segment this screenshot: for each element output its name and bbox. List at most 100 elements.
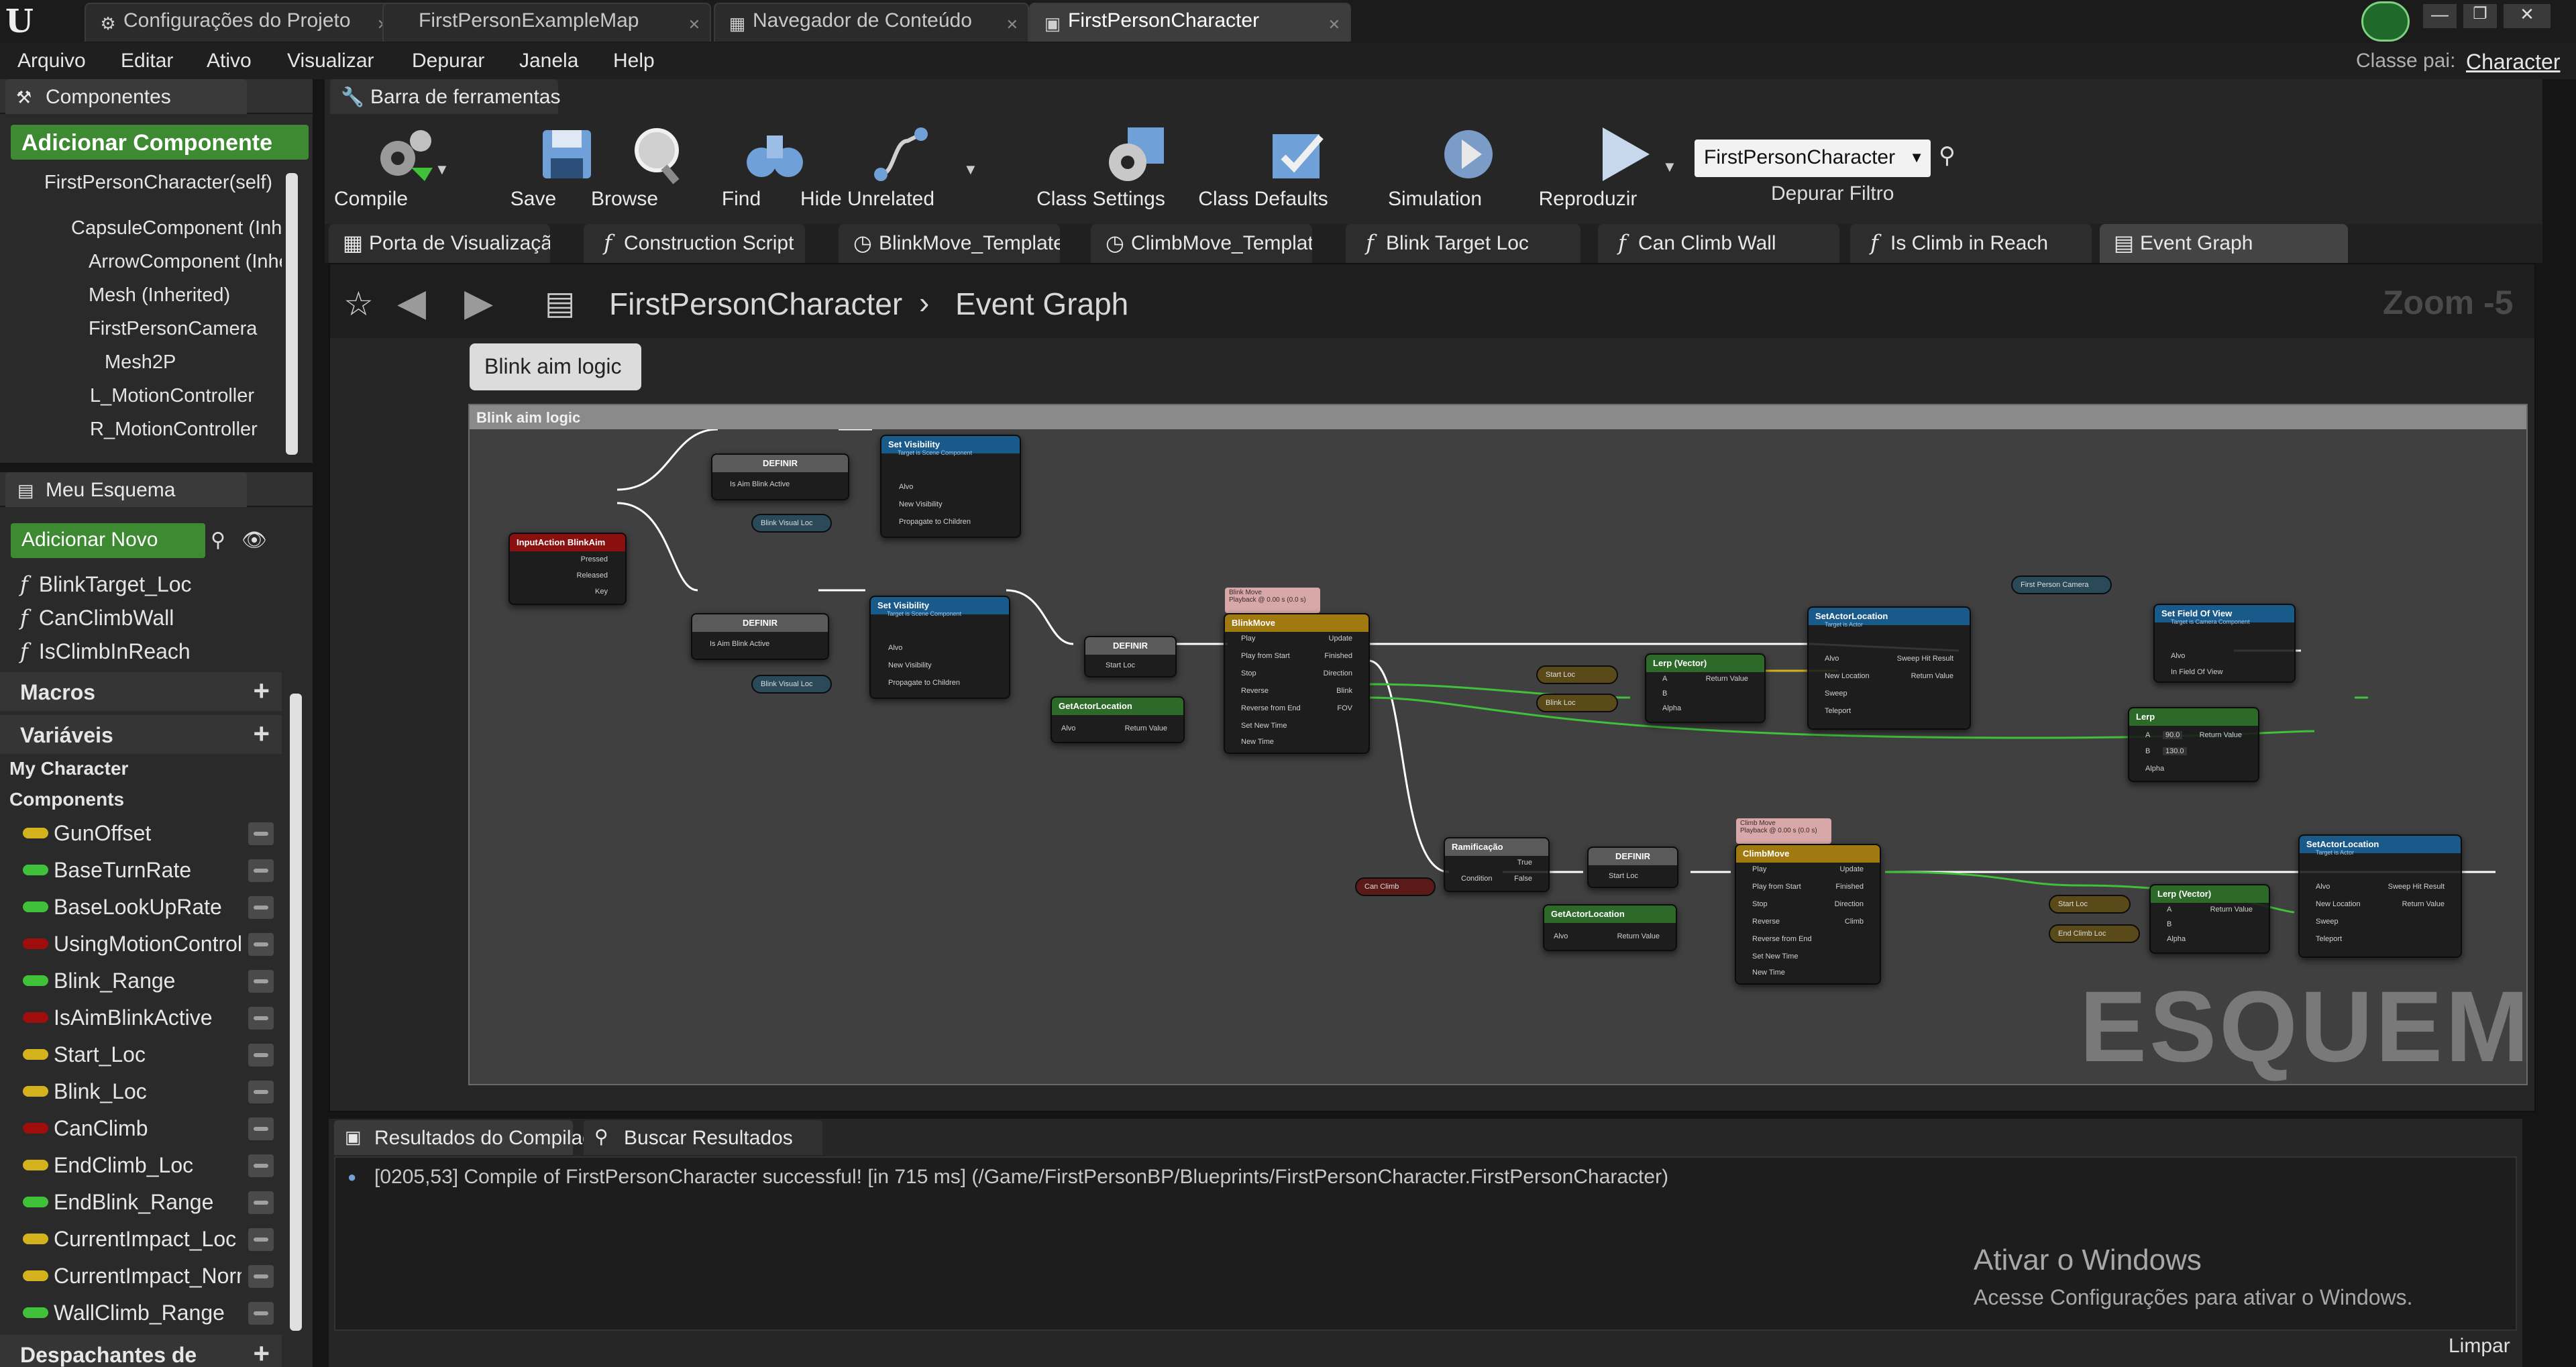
- my-blueprint-tab[interactable]: ▤ Meu Esquema: [5, 472, 247, 507]
- forward-arrow-icon[interactable]: ▶: [464, 280, 493, 325]
- parent-class-link[interactable]: Character: [2466, 50, 2561, 74]
- variable-node[interactable]: Start Loc: [1536, 665, 1618, 684]
- variable-node[interactable]: Start Loc: [2049, 895, 2131, 914]
- tab-map[interactable]: FirstPersonExampleMap ✕: [382, 3, 711, 42]
- visibility-eye-icon[interactable]: [248, 1302, 274, 1325]
- close-icon[interactable]: ✕: [688, 16, 700, 34]
- set-visibility-node[interactable]: Set Visibility Target is Scene Component…: [880, 435, 1021, 538]
- set-field-of-view-node[interactable]: Set Field Of View Target is Camera Compo…: [2153, 604, 2296, 683]
- source-control-icon[interactable]: [2361, 1, 2410, 42]
- variable-item[interactable]: IsAimBlinkActive: [0, 1000, 282, 1037]
- find-button[interactable]: Find: [671, 115, 812, 216]
- maximize-button[interactable]: ❐: [2463, 4, 2497, 28]
- play-options-icon[interactable]: ▼: [1662, 158, 1677, 176]
- menu-file[interactable]: Arquivo: [17, 50, 86, 72]
- breadcrumb-root[interactable]: FirstPersonCharacter: [609, 286, 902, 322]
- tree-item-capsule[interactable]: CapsuleComponent (Inherited): [30, 217, 282, 239]
- tree-item-r-motion[interactable]: R_MotionController: [56, 419, 282, 441]
- variable-node[interactable]: Blink Loc: [1536, 694, 1618, 712]
- view-options-icon[interactable]: 👁: [241, 529, 267, 552]
- visibility-eye-icon[interactable]: [248, 822, 274, 845]
- visibility-eye-icon[interactable]: [248, 896, 274, 919]
- variables-section[interactable]: Variáveis +: [0, 715, 282, 754]
- simulation-button[interactable]: Simulation: [1364, 115, 1505, 216]
- visibility-eye-icon[interactable]: [248, 1117, 274, 1140]
- components-tab[interactable]: ⚒ Componentes: [5, 79, 247, 114]
- tab-viewport[interactable]: ▦ Porta de Visualização: [329, 224, 550, 263]
- set-node[interactable]: DEFINIR Is Aim Blink Active: [711, 453, 849, 500]
- visibility-eye-icon[interactable]: [248, 1081, 274, 1103]
- search-icon[interactable]: ⚲: [211, 529, 225, 552]
- compile-options-icon[interactable]: ▼: [435, 161, 449, 178]
- tab-is-climb-in-reach[interactable]: f Is Climb in Reach: [1850, 224, 2092, 263]
- tree-item-arrow[interactable]: ArrowComponent (Inherited): [60, 251, 282, 273]
- tab-event-graph[interactable]: ▤ Event Graph: [2100, 224, 2348, 263]
- menu-window[interactable]: Janela: [519, 50, 578, 72]
- variable-node[interactable]: Blink Visual Loc: [751, 675, 832, 694]
- visibility-eye-icon[interactable]: [248, 1007, 274, 1030]
- set-node[interactable]: DEFINIR Is Aim Blink Active: [691, 613, 829, 660]
- clear-button[interactable]: Limpar: [2449, 1335, 2510, 1358]
- set-start-loc-node[interactable]: DEFINIR Start Loc: [1084, 636, 1177, 677]
- variable-item[interactable]: BaseTurnRate: [0, 853, 282, 889]
- close-icon[interactable]: ✕: [1006, 16, 1018, 34]
- comment-bubble[interactable]: Blink aim logic: [470, 343, 641, 390]
- graph-editor[interactable]: ☆ ◀ ▶ ▤ FirstPersonCharacter › Event Gra…: [329, 263, 2536, 1112]
- minimize-button[interactable]: —: [2423, 4, 2457, 28]
- variable-node[interactable]: Can Climb: [1355, 877, 1436, 896]
- class-settings-button[interactable]: Class Settings: [1030, 115, 1171, 216]
- class-defaults-button[interactable]: Class Defaults: [1193, 115, 1334, 216]
- variable-item[interactable]: CurrentImpact_Normal: [0, 1258, 282, 1295]
- set-actor-location-node[interactable]: SetActorLocation Target is Actor Alvo Ne…: [1807, 606, 1971, 730]
- visibility-eye-icon[interactable]: [248, 1154, 274, 1177]
- visibility-eye-icon[interactable]: [248, 1228, 274, 1251]
- close-icon[interactable]: ✕: [1328, 16, 1340, 34]
- tab-content-browser[interactable]: ▦ Navegador de Conteúdo ✕: [714, 3, 1029, 42]
- variable-item[interactable]: GunOffset: [0, 816, 282, 853]
- category-my-character[interactable]: My Character: [9, 758, 128, 779]
- visibility-eye-icon[interactable]: [248, 1265, 274, 1288]
- visibility-eye-icon[interactable]: [248, 970, 274, 993]
- tree-item-l-motion[interactable]: L_MotionController: [56, 385, 282, 407]
- set-start-loc-node[interactable]: DEFINIR Start Loc: [1587, 846, 1678, 888]
- add-new-button[interactable]: Adicionar Novo: [11, 523, 205, 558]
- play-button[interactable]: Reproduzir: [1517, 115, 1658, 216]
- favorite-star-icon[interactable]: ☆: [343, 284, 374, 323]
- variable-node[interactable]: First Person Camera: [2011, 576, 2112, 594]
- menu-edit[interactable]: Editar: [121, 50, 173, 72]
- tab-blinkmove-template[interactable]: ◷ BlinkMove_Template: [839, 224, 1060, 263]
- hide-unrelated-button[interactable]: Hide Unrelated: [797, 115, 938, 216]
- visibility-eye-icon[interactable]: [248, 933, 274, 956]
- variable-item[interactable]: BaseLookUpRate: [0, 889, 282, 926]
- tab-compiler-results[interactable]: ▣ Resultados do Compilador: [334, 1120, 612, 1155]
- function-item[interactable]: f CanClimbWall: [20, 605, 174, 631]
- add-component-button[interactable]: Adicionar Componente: [11, 125, 309, 160]
- tab-find-results[interactable]: ⚲ Buscar Resultados: [584, 1120, 822, 1155]
- menu-help[interactable]: Help: [613, 50, 655, 72]
- hide-unrelated-options-icon[interactable]: ▼: [963, 161, 978, 178]
- variable-item[interactable]: WallClimb_Range: [0, 1295, 282, 1332]
- climbmove-timeline-node[interactable]: ClimbMove Play Play from Start Stop Reve…: [1735, 844, 1881, 985]
- components-scrollbar[interactable]: [286, 173, 298, 455]
- unreal-logo-icon[interactable]: U: [5, 3, 43, 40]
- variable-item[interactable]: Blink_Range: [0, 963, 282, 1000]
- tree-item-self[interactable]: FirstPersonCharacter(self): [13, 172, 282, 194]
- variable-item[interactable]: EndClimb_Loc: [0, 1148, 282, 1185]
- variable-item[interactable]: Blink_Loc: [0, 1074, 282, 1111]
- back-arrow-icon[interactable]: ◀: [397, 280, 426, 325]
- tree-item-mesh[interactable]: Mesh (Inherited): [60, 284, 282, 307]
- add-macro-icon[interactable]: +: [253, 675, 270, 707]
- compile-button[interactable]: Compile: [301, 115, 441, 216]
- menu-debug[interactable]: Depurar: [412, 50, 484, 72]
- function-item[interactable]: f IsClimbInReach: [20, 639, 191, 664]
- set-actor-location-node[interactable]: SetActorLocation Target is Actor Alvo Ne…: [2298, 834, 2462, 958]
- toolbar-tab[interactable]: 🔧 Barra de ferramentas: [330, 79, 560, 114]
- variable-item[interactable]: UsingMotionControllers: [0, 926, 282, 963]
- branch-node[interactable]: Ramificação Condition True False: [1444, 837, 1550, 892]
- tab-project-settings[interactable]: ⚙ Configurações do Projeto ✕: [85, 3, 400, 42]
- lerp-vector-node[interactable]: Lerp (Vector) A B Alpha Return Value: [1645, 653, 1766, 723]
- get-actor-location-node[interactable]: GetActorLocation Alvo Return Value: [1543, 904, 1677, 951]
- dispatchers-section[interactable]: Despachantes de Eventos +: [0, 1335, 282, 1367]
- tab-blink-target-loc[interactable]: f Blink Target Loc: [1346, 224, 1580, 263]
- log-message[interactable]: [0205,53] Compile of FirstPersonCharacte…: [374, 1166, 1668, 1189]
